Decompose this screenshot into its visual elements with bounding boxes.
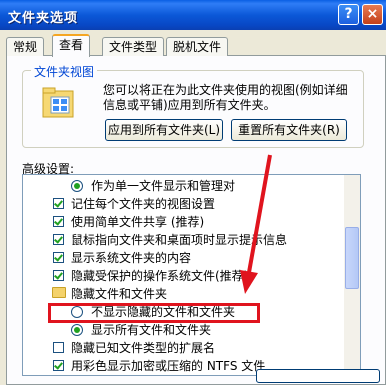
- restore-defaults-button[interactable]: [256, 369, 380, 383]
- folder-view-icon: [42, 87, 74, 118]
- checkbox[interactable]: [53, 216, 64, 227]
- radio-button[interactable]: [71, 180, 83, 192]
- close-button[interactable]: ×: [362, 4, 383, 25]
- setting-label: 作为单一文件显示和管理对: [91, 179, 236, 193]
- setting-label: 显示系统文件夹的内容: [71, 251, 192, 265]
- setting-label: 隐藏已知文件类型的扩展名: [71, 341, 216, 355]
- setting-label: 使用简单文件共享 (推荐): [71, 215, 205, 229]
- setting-label: 隐藏受保护的操作系统文件(推荐): [71, 269, 249, 283]
- apply-to-all-folders-button[interactable]: 应用到所有文件夹(L): [105, 119, 223, 141]
- folder-view-description: 您可以将正在为此文件夹使用的视图(例如详细信息或平铺)应用到所有文件夹。: [103, 83, 348, 112]
- tab-general[interactable]: 常规: [6, 37, 45, 56]
- checkbox[interactable]: [53, 234, 64, 245]
- checkbox[interactable]: [53, 198, 64, 209]
- checkbox[interactable]: [53, 270, 64, 281]
- checkbox[interactable]: [53, 360, 64, 371]
- checkbox[interactable]: [53, 342, 64, 353]
- help-button[interactable]: ?: [338, 4, 359, 25]
- setting-label: 隐藏文件和文件夹: [71, 287, 168, 301]
- setting-label: 记住每个文件夹的视图设置: [71, 197, 216, 211]
- scrollbar-thumb[interactable]: [345, 227, 359, 289]
- folder-icon: [52, 287, 66, 298]
- folder-view-group: 文件夹视图 您可以将正在为此文件夹使用的视图(例如详细信息或平铺)应用到所有文件…: [22, 63, 364, 148]
- highlight-box: [48, 303, 260, 323]
- vertical-scrollbar[interactable]: [344, 175, 360, 375]
- reset-all-folders-button[interactable]: 重置所有文件夹(R): [231, 119, 347, 141]
- title-bar: 文件夹选项 ? ×: [0, 0, 386, 30]
- folder-view-label: 文件夹视图: [31, 63, 98, 80]
- setting-label: 用彩色显示加密或压缩的 NTFS 文件: [71, 359, 266, 373]
- tab-offline-files[interactable]: 脱机文件: [166, 37, 229, 56]
- advanced-settings-list[interactable]: 作为单一文件显示和管理对 记住每个文件夹的视图设置 使用简单文件共享 (推荐) …: [22, 174, 361, 376]
- tab-file-types[interactable]: 文件类型: [102, 37, 165, 56]
- window-title: 文件夹选项: [8, 11, 79, 26]
- setting-label: 鼠标指向文件夹和桌面项时显示提示信息: [71, 233, 288, 247]
- radio-button[interactable]: [71, 324, 83, 336]
- checkbox[interactable]: [53, 252, 64, 263]
- setting-label: 显示所有文件和文件夹: [91, 323, 212, 337]
- tab-view[interactable]: 查看: [52, 34, 91, 57]
